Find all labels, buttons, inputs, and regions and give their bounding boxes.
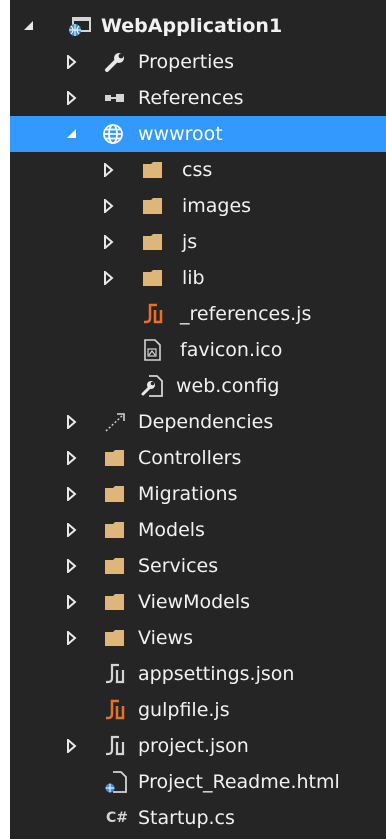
collapsed-arrow-icon[interactable]	[102, 260, 120, 296]
tree-item-lib[interactable]: lib	[10, 260, 386, 296]
collapsed-arrow-icon[interactable]	[65, 80, 83, 116]
folder-icon	[104, 627, 126, 649]
tree-item-appsettings[interactable]: appsettings.json	[10, 656, 386, 692]
tree-item-label: lib	[182, 267, 205, 289]
tree-item-label: project.json	[138, 735, 249, 757]
tree-item-label: css	[182, 159, 213, 181]
config-file-icon	[140, 375, 163, 397]
tree-item-label: WebApplication1	[101, 15, 283, 37]
tree-item-migrations[interactable]: Migrations	[10, 476, 386, 512]
tree-item-references[interactable]: References	[10, 80, 386, 116]
tree-item-viewmodels[interactable]: ViewModels	[10, 584, 386, 620]
tree-item-label: Services	[138, 555, 219, 577]
csharp-file-icon: C#	[106, 810, 129, 826]
folder-icon	[142, 231, 164, 253]
folder-icon	[104, 483, 126, 505]
ico-file-icon	[142, 339, 164, 361]
collapsed-arrow-icon[interactable]	[65, 44, 83, 80]
collapsed-arrow-icon[interactable]	[65, 404, 83, 440]
collapsed-arrow-icon[interactable]	[65, 584, 83, 620]
tree-item-properties[interactable]: Properties	[10, 44, 386, 80]
tree-item-views[interactable]: Views	[10, 620, 386, 656]
tree-item-webapplication1[interactable]: WebApplication1	[10, 8, 386, 44]
tree-item-label: gulpfile.js	[138, 699, 230, 721]
tree-item-label: js	[182, 231, 198, 253]
references-icon	[104, 87, 126, 109]
folder-icon	[142, 159, 164, 181]
expanded-arrow-icon[interactable]	[65, 116, 83, 152]
tree-item-label: _references.js	[180, 303, 312, 325]
js-file-icon	[104, 699, 126, 721]
dependencies-icon	[104, 411, 126, 433]
tree-item-css[interactable]: css	[10, 152, 386, 188]
folder-icon	[104, 555, 126, 577]
tree-item-wwwroot[interactable]: wwwroot	[10, 116, 386, 152]
tree-item-label: wwwroot	[138, 123, 223, 145]
tree-item-images[interactable]: images	[10, 188, 386, 224]
folder-icon	[104, 519, 126, 541]
tree-item-label: appsettings.json	[138, 663, 295, 685]
tree-item-label: Properties	[138, 51, 235, 73]
tree-item-label: Views	[138, 627, 193, 649]
tree-item-gulpfile[interactable]: gulpfile.js	[10, 692, 386, 728]
collapsed-arrow-icon[interactable]	[65, 728, 83, 764]
tree-item-services[interactable]: Services	[10, 548, 386, 584]
collapsed-arrow-icon[interactable]	[102, 152, 120, 188]
tree-item-favicon[interactable]: favicon.ico	[10, 332, 386, 368]
web-project-icon	[68, 15, 91, 37]
tree-item-label: Models	[138, 519, 205, 541]
tree-item-label: References	[138, 87, 244, 109]
tree-item-label: Controllers	[138, 447, 242, 469]
tree-item-web-config[interactable]: web.config	[10, 368, 386, 404]
tree-item-label: Dependencies	[138, 411, 274, 433]
folder-icon	[142, 195, 164, 217]
js-file-icon	[142, 303, 164, 325]
tree-item-label: ViewModels	[138, 591, 251, 613]
wrench-icon	[104, 51, 126, 73]
tree-item-controllers[interactable]: Controllers	[10, 440, 386, 476]
folder-icon	[104, 591, 126, 613]
tree-item-project-json[interactable]: project.json	[10, 728, 386, 764]
tree-item-label: Project_Readme.html	[138, 771, 340, 793]
html-file-icon	[104, 771, 127, 793]
tree-item-js[interactable]: js	[10, 224, 386, 260]
tree-item-project-readme[interactable]: Project_Readme.html	[10, 764, 386, 800]
collapsed-arrow-icon[interactable]	[65, 620, 83, 656]
tree-item-label: Migrations	[138, 483, 238, 505]
folder-icon	[104, 447, 126, 469]
tree-item-references-js[interactable]: _references.js	[10, 296, 386, 332]
tree-item-label: images	[182, 195, 252, 217]
json-file-icon	[104, 663, 126, 685]
collapsed-arrow-icon[interactable]	[65, 476, 83, 512]
collapsed-arrow-icon[interactable]	[65, 512, 83, 548]
expanded-arrow-icon[interactable]	[22, 8, 40, 44]
collapsed-arrow-icon[interactable]	[102, 224, 120, 260]
tree-item-startup[interactable]: C# Startup.cs	[10, 800, 386, 836]
collapsed-arrow-icon[interactable]	[102, 188, 120, 224]
globe-icon	[102, 123, 124, 145]
tree-item-label: web.config	[176, 375, 280, 397]
solution-explorer-tree: WebApplication1 Properties References ww…	[10, 0, 386, 839]
tree-item-models[interactable]: Models	[10, 512, 386, 548]
json-file-icon	[104, 735, 126, 757]
collapsed-arrow-icon[interactable]	[65, 440, 83, 476]
collapsed-arrow-icon[interactable]	[65, 548, 83, 584]
tree-item-label: favicon.ico	[180, 339, 283, 361]
folder-icon	[142, 267, 164, 289]
tree-item-label: Startup.cs	[138, 807, 235, 829]
tree-item-dependencies[interactable]: Dependencies	[10, 404, 386, 440]
